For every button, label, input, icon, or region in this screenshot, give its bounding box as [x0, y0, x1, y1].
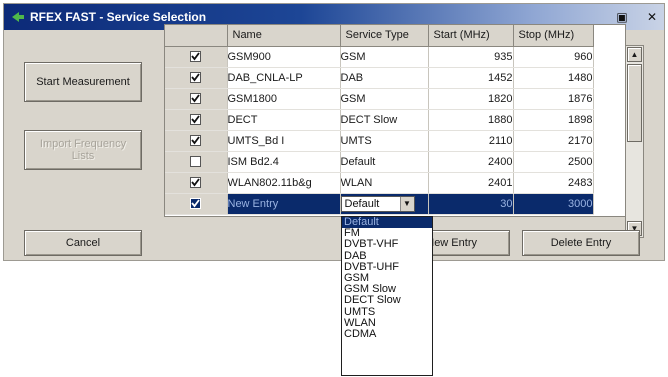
table-scrollbar[interactable]: ▲ ▼: [625, 45, 644, 238]
cell-service-type[interactable]: GSM: [340, 46, 429, 68]
service-type-select-value: Default: [344, 197, 380, 210]
service-table: Name Service Type Start (MHz) Stop (MHz)…: [164, 24, 644, 238]
service-type-select[interactable]: Default ▼: [340, 195, 415, 212]
dropdown-option[interactable]: DECT Slow: [342, 295, 432, 306]
cell-service-type[interactable]: UMTS: [340, 130, 429, 152]
unchecked-checkbox[interactable]: [190, 156, 202, 168]
delete-entry-button[interactable]: Delete Entry: [522, 230, 640, 256]
cell-start-mhz[interactable]: 1452: [428, 67, 514, 89]
cell-name[interactable]: DECT: [227, 109, 341, 131]
table-row[interactable]: GSM1800 GSM 1820 1876: [165, 88, 594, 110]
cell-stop-mhz[interactable]: 1876: [513, 88, 594, 110]
cell-service-type[interactable]: Default ▼: [340, 193, 429, 215]
column-header-check: [165, 25, 228, 47]
row-checkbox-cell: [165, 151, 228, 173]
checked-checkbox[interactable]: [190, 51, 202, 63]
app-icon: [12, 12, 24, 22]
cell-start-mhz[interactable]: 1820: [428, 88, 514, 110]
table-row[interactable]: GSM900 GSM 935 960: [165, 46, 594, 68]
cell-start-mhz[interactable]: 30: [428, 193, 514, 215]
row-checkbox-cell: [165, 88, 228, 110]
window-title: RFEX FAST - Service Selection: [30, 10, 207, 24]
column-header-name[interactable]: Name: [227, 25, 341, 47]
table-row[interactable]: DECT DECT Slow 1880 1898: [165, 109, 594, 131]
cell-stop-mhz[interactable]: 2170: [513, 130, 594, 152]
row-checkbox-cell: [165, 109, 228, 131]
service-selection-window: RFEX FAST - Service Selection ▣ ✕ Start …: [3, 3, 665, 261]
import-frequency-lists-button: Import Frequency Lists: [24, 130, 142, 170]
column-header-stop[interactable]: Stop (MHz): [513, 25, 594, 47]
row-checkbox-cell: [165, 130, 228, 152]
cell-service-type[interactable]: WLAN: [340, 172, 429, 194]
row-checkbox-cell: [165, 67, 228, 89]
table-header-row: Name Service Type Start (MHz) Stop (MHz): [165, 25, 594, 47]
checked-checkbox[interactable]: [190, 72, 202, 84]
cell-name[interactable]: ISM Bd2.4: [227, 151, 341, 173]
column-header-service-type[interactable]: Service Type: [340, 25, 429, 47]
cell-name[interactable]: WLAN802.11b&g: [227, 172, 341, 194]
cell-service-type[interactable]: Default: [340, 151, 429, 173]
cell-stop-mhz[interactable]: 2500: [513, 151, 594, 173]
row-checkbox-cell: [165, 193, 228, 215]
table-row[interactable]: UMTS_Bd I UMTS 2110 2170: [165, 130, 594, 152]
cell-start-mhz[interactable]: 1880: [428, 109, 514, 131]
restore-icon[interactable]: ▣: [614, 10, 630, 24]
cell-name[interactable]: GSM900: [227, 46, 341, 68]
cell-stop-mhz[interactable]: 960: [513, 46, 594, 68]
cell-stop-mhz[interactable]: 2483: [513, 172, 594, 194]
cell-stop-mhz[interactable]: 1898: [513, 109, 594, 131]
cell-service-type[interactable]: DAB: [340, 67, 429, 89]
scroll-up-icon[interactable]: ▲: [627, 47, 642, 62]
cell-name[interactable]: UMTS_Bd I: [227, 130, 341, 152]
row-checkbox-cell: [165, 172, 228, 194]
cell-start-mhz[interactable]: 2110: [428, 130, 514, 152]
column-header-start[interactable]: Start (MHz): [428, 25, 514, 47]
cell-start-mhz[interactable]: 2401: [428, 172, 514, 194]
cell-start-mhz[interactable]: 2400: [428, 151, 514, 173]
checked-checkbox[interactable]: [190, 93, 202, 105]
cell-stop-mhz[interactable]: 3000: [513, 193, 594, 215]
chevron-down-icon[interactable]: ▼: [399, 196, 414, 211]
table-row[interactable]: New Entry Default ▼ 30 3000: [165, 193, 594, 215]
row-checkbox-cell: [165, 46, 228, 68]
cell-service-type[interactable]: GSM: [340, 88, 429, 110]
table-row[interactable]: ISM Bd2.4 Default 2400 2500: [165, 151, 594, 173]
table-row[interactable]: WLAN802.11b&g WLAN 2401 2483: [165, 172, 594, 194]
service-type-dropdown-list[interactable]: Default FM DVBT-VHF DAB DVBT-UHF GSM GSM Slow D…: [341, 216, 433, 376]
cell-service-type[interactable]: DECT Slow: [340, 109, 429, 131]
checked-checkbox[interactable]: [190, 198, 202, 210]
checked-checkbox[interactable]: [190, 114, 202, 126]
close-icon[interactable]: ✕: [644, 10, 660, 24]
checked-checkbox[interactable]: [190, 135, 202, 147]
table-row[interactable]: DAB_CNLA-LP DAB 1452 1480: [165, 67, 594, 89]
cell-start-mhz[interactable]: 935: [428, 46, 514, 68]
dropdown-option[interactable]: DVBT-VHF: [342, 239, 432, 250]
cell-name[interactable]: New Entry: [227, 193, 341, 215]
scroll-thumb[interactable]: [627, 64, 642, 142]
checked-checkbox[interactable]: [190, 177, 202, 189]
dropdown-option[interactable]: UMTS: [342, 306, 432, 318]
cell-name[interactable]: DAB_CNLA-LP: [227, 67, 341, 89]
start-measurement-button[interactable]: Start Measurement: [24, 62, 142, 102]
cell-name[interactable]: GSM1800: [227, 88, 341, 110]
cancel-button[interactable]: Cancel: [24, 230, 142, 256]
cell-stop-mhz[interactable]: 1480: [513, 67, 594, 89]
dropdown-option[interactable]: CDMA: [342, 328, 432, 340]
